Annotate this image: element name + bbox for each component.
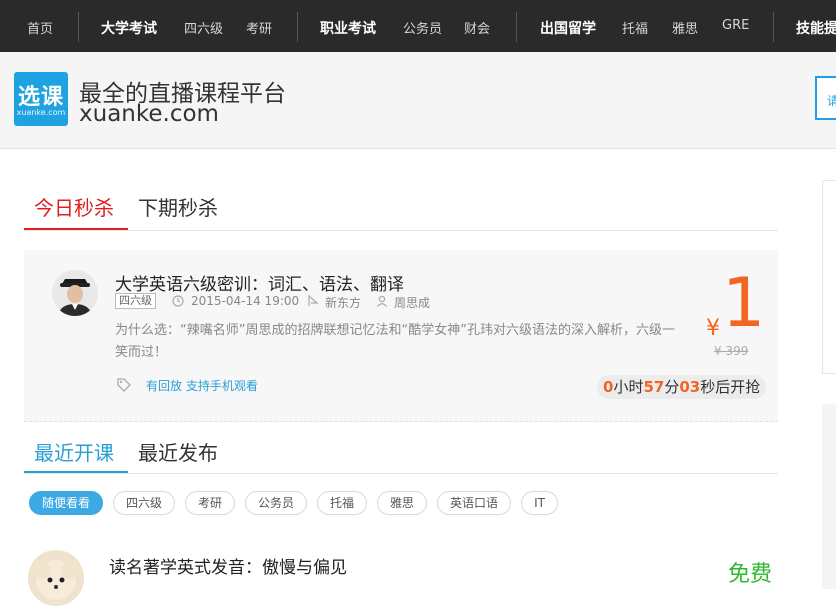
nav-accounting-link[interactable]: 财会 xyxy=(464,18,490,37)
original-price: ¥ 399 xyxy=(714,344,749,358)
filter-it[interactable]: IT xyxy=(521,491,558,515)
nav-divider xyxy=(773,12,774,42)
countdown-minutes: 57 xyxy=(643,378,665,396)
sidebar-panel xyxy=(822,180,836,374)
seckill-course-card[interactable]: 大学英语六级密训：词汇、语法、翻译 四六级 2015-04-14 19:00 新… xyxy=(24,250,778,422)
logo-text: 选课 xyxy=(17,85,64,110)
seckill-price: 1 xyxy=(722,264,766,343)
nav-ielts-link[interactable]: 雅思 xyxy=(672,18,698,37)
course-start-time: 2015-04-14 19:00 xyxy=(191,294,300,308)
school-flag-icon xyxy=(307,294,319,310)
nav-category-study-abroad[interactable]: 出国留学 xyxy=(540,18,596,38)
course-title[interactable]: 读名著学英式发音：傲慢与偏见 xyxy=(109,553,347,578)
filter-postgrad[interactable]: 考研 xyxy=(185,491,235,515)
sidebar-panel xyxy=(822,404,836,589)
teacher-person-icon xyxy=(376,295,388,310)
site-domain: xuanke.com xyxy=(79,101,219,127)
site-header: 选课 xuanke.com 最全的直播课程平台 xuanke.com 请 xyxy=(0,52,836,149)
nav-divider xyxy=(78,12,79,42)
logo-subtext: xuanke.com xyxy=(16,108,66,117)
tab-divider xyxy=(24,230,778,231)
nav-postgrad-link[interactable]: 考研 xyxy=(246,18,272,37)
header-action-button[interactable]: 请 xyxy=(815,76,836,120)
filter-random[interactable]: 随便看看 xyxy=(29,491,103,515)
countdown-hours-unit: 小时 xyxy=(613,378,644,396)
seckill-countdown: 0小时57分03秒后开抢 xyxy=(597,375,767,399)
nav-gre-link[interactable]: GRE xyxy=(722,18,749,33)
price-currency-symbol: ¥ xyxy=(706,316,720,341)
countdown-seconds: 03 xyxy=(679,378,701,396)
nav-category-career[interactable]: 职业考试 xyxy=(320,18,376,38)
tag-icon xyxy=(116,377,132,397)
course-price-free: 免费 xyxy=(728,562,773,587)
nav-cet-link[interactable]: 四六级 xyxy=(184,18,223,37)
course-avatar[interactable] xyxy=(28,550,84,606)
countdown-hours: 0 xyxy=(603,378,614,396)
filter-cet[interactable]: 四六级 xyxy=(113,491,175,515)
tab-recent-courses[interactable]: 最近开课 xyxy=(34,437,114,466)
nav-category-skills[interactable]: 技能提 xyxy=(796,18,836,38)
nav-divider xyxy=(297,12,298,42)
course-title[interactable]: 大学英语六级密训：词汇、语法、翻译 xyxy=(115,270,404,295)
tab-divider xyxy=(24,473,778,474)
tab-next-seckill[interactable]: 下期秒杀 xyxy=(138,192,218,221)
active-tab-indicator xyxy=(24,228,128,230)
tab-recent-published[interactable]: 最近发布 xyxy=(138,437,218,466)
nav-civil-service-link[interactable]: 公务员 xyxy=(403,18,442,37)
top-nav: 首页 大学考试 四六级 考研 职业考试 公务员 财会 出国留学 托福 雅思 GR… xyxy=(0,0,836,52)
countdown-seconds-unit: 秒后开抢 xyxy=(700,378,761,396)
nav-divider xyxy=(516,12,517,42)
teacher-avatar[interactable] xyxy=(52,270,98,316)
nav-category-university[interactable]: 大学考试 xyxy=(101,18,157,38)
countdown-minutes-unit: 分 xyxy=(664,378,680,396)
course-category-tag[interactable]: 四六级 xyxy=(115,293,156,309)
course-description: 为什么选：“辣嘴名师”周思成的招牌联想记忆法和“酷学女神”孔玮对六级语法的深入解… xyxy=(115,323,675,360)
filter-ielts[interactable]: 雅思 xyxy=(377,491,427,515)
tab-today-seckill[interactable]: 今日秒杀 xyxy=(34,192,114,221)
site-logo[interactable]: 选课 xuanke.com xyxy=(14,72,68,126)
filter-spoken-english[interactable]: 英语口语 xyxy=(437,491,511,515)
course-feature-tags: 有回放 支持手机观看 xyxy=(146,379,258,393)
active-tab-indicator xyxy=(24,471,128,473)
clock-icon xyxy=(172,295,184,310)
nav-home-link[interactable]: 首页 xyxy=(27,18,53,37)
nav-toefl-link[interactable]: 托福 xyxy=(622,18,648,37)
course-school[interactable]: 新东方 xyxy=(325,294,361,311)
filter-civil-service[interactable]: 公务员 xyxy=(245,491,307,515)
filter-toefl[interactable]: 托福 xyxy=(317,491,367,515)
course-teacher[interactable]: 周思成 xyxy=(394,294,430,311)
